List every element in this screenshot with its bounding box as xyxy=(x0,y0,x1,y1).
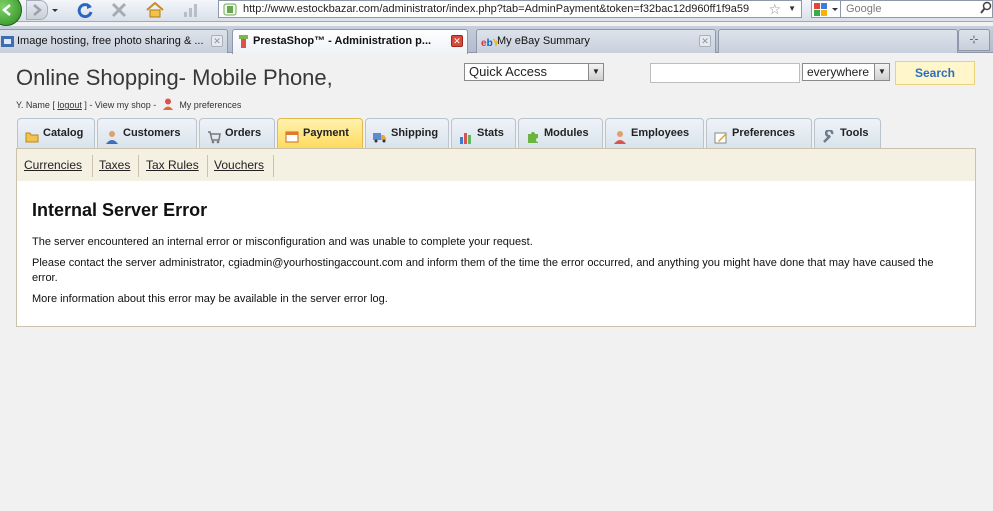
address-bar[interactable]: http://www.estockbazar.com/administrator… xyxy=(218,0,802,18)
error-message-line-1: The server encountered an internal error… xyxy=(32,236,533,248)
shop-title: Online Shopping- Mobile Phone, xyxy=(16,65,333,90)
browser-tab-title: PrestaShop™ - Administration p... xyxy=(253,35,432,47)
tab-stats[interactable]: Stats xyxy=(451,118,516,149)
browser-tab-title: Image hosting, free photo sharing & ... xyxy=(17,35,204,47)
tab-label: Stats xyxy=(477,127,504,139)
image-host-favicon-icon xyxy=(1,34,14,47)
close-tab-icon[interactable]: ✕ xyxy=(451,35,463,47)
logout-link[interactable]: logout xyxy=(57,100,82,110)
subtab-currencies[interactable]: Currencies xyxy=(24,158,82,172)
employee-icon xyxy=(613,127,627,144)
subtab-tax-rules[interactable]: Tax Rules xyxy=(146,158,199,172)
svg-text:ebY: ebY xyxy=(481,38,497,48)
error-message-line-3: More information about this error may be… xyxy=(32,293,388,305)
tab-label: Shipping xyxy=(391,127,439,139)
quick-access-value: Quick Access xyxy=(469,64,548,79)
tab-shipping[interactable]: Shipping xyxy=(365,118,449,149)
home-icon[interactable] xyxy=(144,0,166,20)
subtab-vouchers[interactable]: Vouchers xyxy=(214,158,264,172)
subtab-divider xyxy=(138,155,139,177)
browser-tab-image-hosting[interactable]: Image hosting, free photo sharing & ... … xyxy=(0,29,228,53)
user-info-line: Y. Name [ logout ] - View my shop - My p… xyxy=(16,98,241,110)
browser-tab-prestashop[interactable]: PrestaShop™ - Administration p... ✕ xyxy=(232,29,468,54)
cart-icon xyxy=(207,127,221,144)
tab-preferences[interactable]: Preferences xyxy=(706,118,812,149)
tab-orders[interactable]: Orders xyxy=(199,118,275,149)
user-name: Y. Name [ xyxy=(16,100,55,110)
error-title: Internal Server Error xyxy=(32,200,208,220)
tab-catalog[interactable]: Catalog xyxy=(17,118,95,149)
tab-modules[interactable]: Modules xyxy=(518,118,603,149)
browser-tab-strip: Image hosting, free photo sharing & ... … xyxy=(0,26,993,54)
tab-label: Preferences xyxy=(732,127,795,139)
search-button[interactable]: Search xyxy=(895,61,975,85)
tab-label: Catalog xyxy=(43,127,84,139)
prestashop-favicon-icon xyxy=(237,34,250,48)
browser-toolbar: http://www.estockbazar.com/administrator… xyxy=(0,0,993,26)
address-text: http://www.estockbazar.com/administrator… xyxy=(243,3,750,15)
close-tab-icon[interactable]: ✕ xyxy=(699,35,711,47)
history-dropdown-icon[interactable] xyxy=(50,2,60,18)
puzzle-icon xyxy=(526,127,540,143)
wrench-icon xyxy=(822,127,836,143)
truck-icon xyxy=(373,127,387,143)
subtab-divider xyxy=(92,155,93,177)
search-scope-value: everywhere xyxy=(807,65,870,79)
google-icon xyxy=(814,3,838,16)
tab-customers[interactable]: Customers xyxy=(97,118,197,149)
browser-tab-empty[interactable] xyxy=(718,29,958,53)
back-arrow-icon xyxy=(2,4,11,16)
subtab-divider xyxy=(273,155,274,177)
forward-button[interactable] xyxy=(26,0,48,20)
chevron-down-icon: ▼ xyxy=(588,64,603,80)
my-preferences-link[interactable]: My preferences xyxy=(179,100,241,110)
browser-search-placeholder: Google xyxy=(846,3,882,15)
tab-list-icon: ⊹ xyxy=(969,34,979,46)
tab-label: Employees xyxy=(631,127,690,139)
sub-tab-bar: Currencies Taxes Tax Rules Vouchers xyxy=(16,148,976,182)
tab-employees[interactable]: Employees xyxy=(605,118,704,149)
quick-access-select[interactable]: Quick Access ▼ xyxy=(464,63,604,81)
forward-arrow-icon xyxy=(33,4,42,16)
browser-tab-ebay[interactable]: ebY My eBay Summary ✕ xyxy=(476,29,716,53)
tab-label: Tools xyxy=(840,127,869,139)
subtab-taxes[interactable]: Taxes xyxy=(99,158,130,172)
tab-tools[interactable]: Tools xyxy=(814,118,881,149)
search-engine-selector[interactable] xyxy=(811,0,841,18)
browser-search-input[interactable]: Google xyxy=(840,0,993,18)
error-panel: Internal Server Error The server encount… xyxy=(16,181,976,327)
search-scope-select[interactable]: everywhere ▼ xyxy=(802,63,890,81)
view-shop-link[interactable]: ] - View my shop - xyxy=(84,100,156,110)
error-message-line-2: Please contact the server administrator,… xyxy=(32,257,934,284)
stop-icon[interactable] xyxy=(108,0,130,20)
payment-icon xyxy=(285,127,299,143)
page-content: Online Shopping- Mobile Phone, Y. Name [… xyxy=(0,54,993,511)
folder-icon xyxy=(25,127,39,143)
chart-icon xyxy=(459,127,473,144)
back-button[interactable] xyxy=(0,0,22,26)
tab-payment[interactable]: Payment xyxy=(277,118,363,149)
bookmark-star-icon[interactable]: ☆ xyxy=(768,1,781,17)
chevron-down-icon: ▼ xyxy=(874,64,889,80)
ebay-favicon-icon: ebY xyxy=(481,34,500,49)
subtab-divider xyxy=(207,155,208,177)
user-preferences-icon xyxy=(162,98,174,110)
close-tab-icon[interactable]: ✕ xyxy=(211,35,223,47)
tab-label: Payment xyxy=(303,127,349,139)
admin-search-input[interactable] xyxy=(650,63,800,83)
tab-label: Orders xyxy=(225,127,262,139)
magnifier-icon[interactable] xyxy=(980,1,992,20)
tab-label: Modules xyxy=(544,127,589,139)
customer-icon xyxy=(105,127,119,144)
tab-label: Customers xyxy=(123,127,181,139)
browser-tab-title: My eBay Summary xyxy=(497,35,590,47)
reload-icon[interactable] xyxy=(74,0,96,20)
signal-bars-icon xyxy=(180,0,202,20)
tab-list-button[interactable]: ⊹ xyxy=(958,29,990,51)
preferences-icon xyxy=(714,127,728,144)
site-favicon-icon xyxy=(223,3,237,16)
url-dropdown-icon[interactable]: ▼ xyxy=(788,1,796,17)
